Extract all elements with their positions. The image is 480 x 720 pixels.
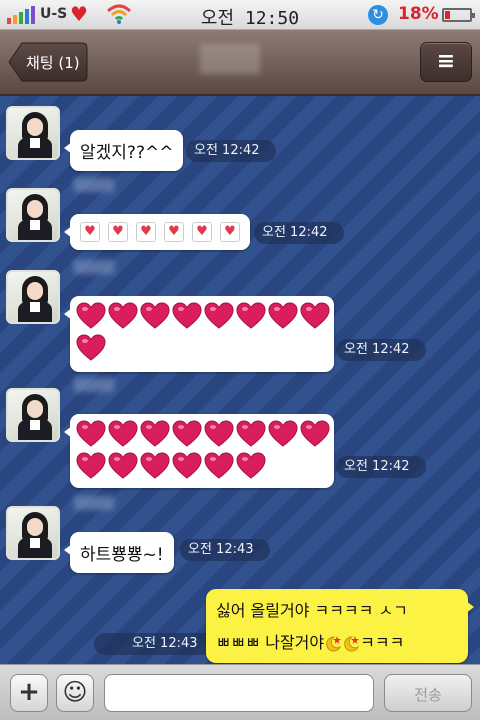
- message-time: 오전 12:43: [180, 539, 270, 561]
- message-time: 오전 12:42: [336, 456, 426, 478]
- status-bar: U-S ♥ 오전 12:50 ↻ 18%: [0, 0, 480, 30]
- message-time: 오전 12:42: [186, 140, 276, 162]
- message-bubble[interactable]: [64, 296, 334, 372]
- heart-emoji-icon: [268, 419, 298, 447]
- my-message-line2-suffix: ㅋㅋㅋ: [360, 633, 405, 652]
- page-title: [180, 50, 300, 76]
- avatar[interactable]: [6, 188, 60, 242]
- heart-emoji-icon: [108, 301, 138, 329]
- rotation-lock-icon: ↻: [368, 5, 388, 25]
- big-hearts: [75, 417, 331, 481]
- avatar[interactable]: [6, 106, 60, 160]
- smiley-icon: ☺: [62, 678, 88, 706]
- heart-icon: ♥: [70, 2, 88, 26]
- heart-emoji-icon: [76, 301, 106, 329]
- moon-star-emoji-icon: [326, 635, 342, 651]
- sender-name-blur: [74, 178, 114, 192]
- send-button[interactable]: 전송: [384, 674, 472, 712]
- battery-icon: [442, 8, 475, 22]
- heart-emoji-icon: [76, 451, 106, 479]
- message-input[interactable]: [104, 674, 374, 712]
- heart-emoji-icon: [300, 419, 330, 447]
- heart-emoji-icon: [172, 451, 202, 479]
- avatar[interactable]: [6, 270, 60, 324]
- moon-star-emoji-icon: [344, 635, 360, 651]
- heart-emoji-icon: [140, 419, 170, 447]
- heart-emoji-icon: [268, 301, 298, 329]
- heart-emoji-icon: [236, 451, 266, 479]
- heart-emoji-icon: [204, 419, 234, 447]
- chat-area[interactable]: 알겠지??^^ 오전 12:42 오전 12:42 오전 12:42 오전 12…: [0, 96, 480, 664]
- message-text: 알겠지??^^: [80, 143, 174, 163]
- signal-icon: [7, 6, 35, 24]
- sender-name-blur: [74, 496, 114, 510]
- message-time: 오전 12:42: [254, 222, 344, 244]
- heart-emoji-icon: [80, 221, 100, 242]
- avatar[interactable]: [6, 506, 60, 560]
- nav-bar: 채팅 (1) ≡: [0, 30, 480, 96]
- my-message-line1: 싫어 올릴거야 ㅋㅋㅋㅋ ㅅㄱ: [216, 601, 408, 620]
- emoticon-button[interactable]: ☺: [56, 674, 94, 712]
- my-message-bubble[interactable]: 싫어 올릴거야 ㅋㅋㅋㅋ ㅅㄱ ㅃㅃㅃ 나잘거야 ㅋㅋㅋ: [206, 589, 474, 663]
- heart-emoji-icon: [204, 301, 234, 329]
- heart-emoji-icon: [236, 301, 266, 329]
- plus-icon: +: [18, 677, 40, 707]
- small-hearts: [76, 221, 244, 242]
- heart-emoji-icon: [172, 419, 202, 447]
- message-bubble[interactable]: [64, 214, 250, 250]
- message-bubble[interactable]: 하트뿅뿅~!: [64, 532, 174, 573]
- heart-emoji-icon: [108, 221, 128, 242]
- heart-emoji-icon: [108, 419, 138, 447]
- menu-icon: ≡: [436, 49, 456, 74]
- heart-emoji-icon: [76, 333, 106, 361]
- clock: 오전 12:50: [200, 8, 300, 29]
- input-bar: + ☺ 전송: [0, 664, 480, 720]
- heart-emoji-icon: [140, 301, 170, 329]
- message-bubble[interactable]: 알겠지??^^: [64, 130, 184, 171]
- heart-emoji-icon: [204, 451, 234, 479]
- carrier-label: U-S: [40, 6, 68, 22]
- heart-emoji-icon: [76, 419, 106, 447]
- my-message-line2: ㅃㅃㅃ 나잘거야 ㅋㅋㅋ: [216, 629, 404, 653]
- heart-emoji-icon: [164, 221, 184, 242]
- message-time: 오전 12:42: [336, 339, 426, 361]
- heart-emoji-icon: [236, 419, 266, 447]
- add-attachment-button[interactable]: +: [10, 674, 48, 712]
- heart-emoji-icon: [172, 301, 202, 329]
- heart-emoji-icon: [192, 221, 212, 242]
- big-hearts: [75, 299, 331, 363]
- avatar[interactable]: [6, 388, 60, 442]
- message-bubble[interactable]: [64, 414, 334, 488]
- wifi-icon: [106, 4, 132, 24]
- battery-percent: 18%: [398, 4, 439, 24]
- sender-name-blur: [74, 260, 114, 274]
- heart-emoji-icon: [220, 221, 240, 242]
- heart-emoji-icon: [136, 221, 156, 242]
- my-message-line2-prefix: ㅃㅃㅃ 나잘거야: [216, 633, 325, 652]
- back-button[interactable]: 채팅 (1): [8, 42, 88, 82]
- menu-button[interactable]: ≡: [420, 42, 472, 82]
- send-button-label: 전송: [414, 686, 442, 704]
- heart-emoji-icon: [108, 451, 138, 479]
- sender-name-blur: [74, 378, 114, 392]
- heart-emoji-icon: [300, 301, 330, 329]
- back-button-label: 채팅 (1): [26, 54, 80, 72]
- heart-emoji-icon: [140, 451, 170, 479]
- message-text: 하트뿅뿅~!: [80, 545, 164, 565]
